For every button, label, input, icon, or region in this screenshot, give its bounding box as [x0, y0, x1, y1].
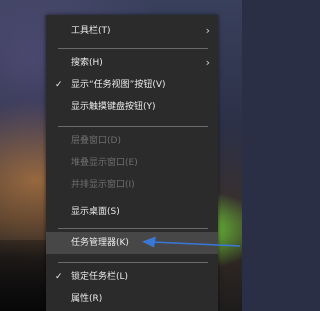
menu-separator [58, 228, 208, 229]
tree-silhouette [0, 240, 50, 311]
menu-item-show-task-view-label: 显示“任务视图”按钮(V) [71, 80, 166, 90]
menu-item-show-desktop-label: 显示桌面(S) [71, 207, 120, 217]
chevron-right-icon: › [205, 24, 210, 37]
menu-item-lock-taskbar-label: 锁定任务栏(L) [71, 272, 129, 282]
menu-item-toolbars-label: 工具栏(T) [71, 26, 111, 36]
menu-item-show-task-view[interactable]: ✓ 显示“任务视图”按钮(V) [46, 74, 218, 96]
menu-item-show-touch-keyboard[interactable]: 显示触摸键盘按钮(Y) [46, 96, 218, 118]
menu-item-stack-windows-label: 堆叠显示窗口(E) [71, 158, 138, 168]
menu-item-cascade-windows-label: 层叠窗口(D) [71, 136, 121, 146]
menu-separator [58, 48, 208, 49]
chevron-right-icon: › [205, 56, 210, 69]
menu-item-toolbars[interactable]: 工具栏(T) › [46, 20, 218, 42]
menu-item-side-by-side[interactable]: 并排显示窗口(I) [46, 174, 218, 196]
menu-item-side-by-side-label: 并排显示窗口(I) [71, 180, 135, 190]
menu-item-search[interactable]: 搜索(H) › [46, 52, 218, 74]
menu-item-show-desktop[interactable]: 显示桌面(S) [46, 201, 218, 223]
menu-separator [58, 262, 208, 263]
menu-item-search-label: 搜索(H) [71, 58, 103, 68]
checkmark-icon: ✓ [55, 272, 63, 282]
checkmark-icon: ✓ [55, 80, 63, 90]
taskbar-context-menu: 工具栏(T) › 搜索(H) › ✓ 显示“任务视图”按钮(V) 显示触摸键盘按… [46, 15, 218, 311]
menu-item-properties[interactable]: 属性(R) [46, 288, 218, 310]
menu-item-show-touch-keyboard-label: 显示触摸键盘按钮(Y) [71, 102, 156, 112]
menu-item-stack-windows[interactable]: 堆叠显示窗口(E) [46, 152, 218, 174]
menu-separator [58, 126, 208, 127]
menu-item-properties-label: 属性(R) [71, 294, 103, 304]
annotation-arrow-icon [142, 236, 241, 248]
menu-item-cascade-windows[interactable]: 层叠窗口(D) [46, 130, 218, 152]
menu-item-lock-taskbar[interactable]: ✓ 锁定任务栏(L) [46, 266, 218, 288]
menu-item-task-manager-label: 任务管理器(K) [71, 238, 129, 248]
